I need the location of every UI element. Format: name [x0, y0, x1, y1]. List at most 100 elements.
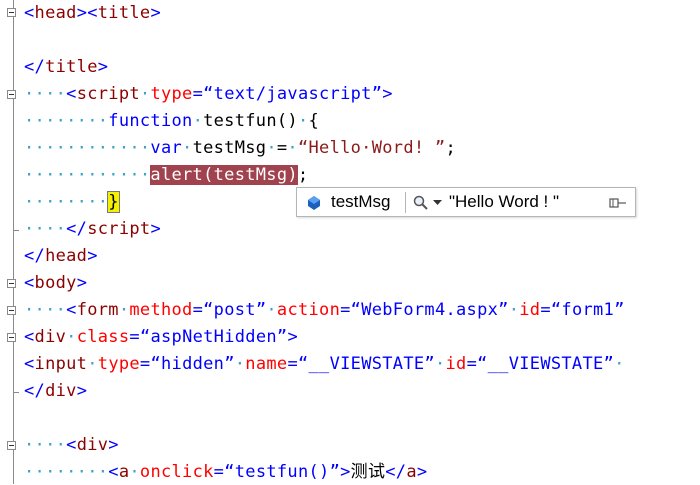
- code-text: </head>: [24, 246, 98, 266]
- fold-toggle-icon[interactable]: [7, 90, 16, 99]
- code-token: ;: [297, 165, 309, 185]
- code-token: =: [139, 354, 151, 374]
- code-line[interactable]: </head>: [0, 243, 700, 269]
- code-token: ·: [192, 111, 204, 131]
- code-token: </: [385, 462, 407, 482]
- code-token: title: [97, 3, 151, 23]
- code-text: ····<script·type=“text/javascript”>: [24, 84, 393, 104]
- code-token: “__VIEWSTATE”: [477, 354, 615, 374]
- fold-toggle-icon[interactable]: [7, 279, 16, 288]
- code-editor[interactable]: <head><title> </title> ····<script·type=“t…: [0, 0, 700, 484]
- code-line[interactable]: </title>: [0, 54, 700, 80]
- code-line[interactable]: ····<div>: [0, 432, 700, 458]
- code-token: ·: [139, 84, 151, 104]
- code-text: ········function·testfun()·{: [24, 111, 319, 131]
- fold-toggle-icon[interactable]: [7, 333, 16, 342]
- code-token: </: [24, 381, 46, 401]
- code-token: >: [150, 3, 161, 23]
- debug-datatip[interactable]: testMsg "Hello Word ! ": [296, 187, 636, 217]
- code-token: </: [24, 57, 46, 77]
- code-token: ····: [24, 300, 67, 320]
- code-token: }: [107, 191, 120, 213]
- fold-toggle-icon[interactable]: [7, 306, 16, 315]
- code-token: testMsg: [192, 138, 267, 158]
- code-token: ·: [66, 327, 77, 347]
- code-token: ·: [266, 138, 277, 158]
- code-token: div: [45, 381, 77, 401]
- code-token: ····: [24, 219, 67, 239]
- fold-toggle-icon[interactable]: [7, 441, 16, 450]
- code-token: <: [66, 435, 77, 455]
- code-token: =: [287, 354, 298, 374]
- code-token: <: [24, 273, 35, 293]
- code-line[interactable]: [0, 405, 700, 431]
- code-line[interactable]: <div·class=“aspNetHidden”>: [0, 324, 700, 350]
- code-token: >: [340, 462, 351, 482]
- code-token: >: [382, 84, 393, 104]
- code-text: </div>: [24, 381, 87, 401]
- code-line[interactable]: ····<form·method=“post”·action=“WebForm4…: [0, 297, 700, 323]
- code-line[interactable]: [0, 27, 700, 53]
- code-token: ·: [287, 138, 298, 158]
- datatip-variable-name[interactable]: testMsg: [331, 192, 391, 212]
- code-token: a: [118, 462, 130, 482]
- code-token: >: [87, 246, 98, 266]
- code-token: <: [24, 354, 35, 374]
- code-token: <: [108, 462, 119, 482]
- code-token: <: [24, 3, 35, 23]
- code-token: =: [192, 300, 204, 320]
- code-token: name: [245, 354, 288, 374]
- code-token: ·: [129, 462, 140, 482]
- code-line[interactable]: ········<a·onclick=“testfun()”>测试</a>: [0, 459, 700, 485]
- datatip-value[interactable]: "Hello Word ! ": [449, 192, 559, 212]
- code-line[interactable]: ····</script>: [0, 216, 700, 242]
- code-token: ·: [234, 354, 246, 374]
- code-token: var: [150, 138, 183, 158]
- code-token: method: [129, 300, 193, 320]
- code-token: ········: [24, 192, 109, 212]
- code-token: class: [76, 327, 130, 347]
- code-token: >: [108, 435, 119, 455]
- code-line[interactable]: </div>: [0, 378, 700, 404]
- code-token: “__VIEWSTATE”: [297, 354, 435, 374]
- code-token: ·: [297, 111, 309, 131]
- code-token: head: [45, 246, 88, 266]
- code-token: =: [340, 300, 351, 320]
- code-token: ············: [24, 138, 151, 158]
- code-token: title: [45, 57, 98, 77]
- code-token: ············: [24, 165, 151, 185]
- code-token: ····: [24, 84, 67, 104]
- code-token: “aspNetHidden”: [139, 327, 288, 347]
- code-token: <: [66, 300, 77, 320]
- code-line[interactable]: ····<script·type=“text/javascript”>: [0, 81, 700, 107]
- code-token: 测试: [350, 462, 386, 482]
- code-line[interactable]: <head><title>: [0, 0, 700, 26]
- code-text: ····<form·method=“post”·action=“WebForm4…: [24, 300, 625, 320]
- code-token: “post”: [203, 300, 267, 320]
- dropdown-icon[interactable]: [433, 200, 442, 206]
- code-token: ;: [445, 138, 457, 158]
- code-line[interactable]: ········function·testfun()·{: [0, 108, 700, 134]
- pin-icon[interactable]: [609, 197, 627, 209]
- code-token: “hidden”: [150, 354, 235, 374]
- code-text: ············var·testMsg·=·“Hello·Word! ”…: [24, 138, 456, 158]
- code-text: ············alert(testMsg);: [24, 165, 308, 185]
- code-line[interactable]: <input·type=“hidden”·name=“__VIEWSTATE”·…: [0, 351, 700, 377]
- code-line[interactable]: <body>: [0, 270, 700, 296]
- code-token: ><: [76, 3, 98, 23]
- code-token: function: [108, 111, 193, 131]
- code-line[interactable]: ············var·testMsg·=·“Hello·Word! ”…: [0, 135, 700, 161]
- code-text: ····<div>: [24, 435, 119, 455]
- code-token: ·: [266, 300, 277, 320]
- code-text: ········}: [24, 191, 120, 213]
- code-token: div: [76, 435, 109, 455]
- fold-toggle-icon[interactable]: [7, 8, 16, 17]
- code-line[interactable]: ············alert(testMsg);: [0, 162, 700, 188]
- code-token: testfun(): [203, 111, 298, 131]
- code-token: >: [150, 219, 161, 239]
- code-token: =: [192, 84, 204, 104]
- code-text: <div·class=“aspNetHidden”>: [24, 327, 298, 347]
- magnifier-icon[interactable]: [413, 195, 429, 211]
- code-token: </: [66, 219, 88, 239]
- code-token: <: [66, 84, 77, 104]
